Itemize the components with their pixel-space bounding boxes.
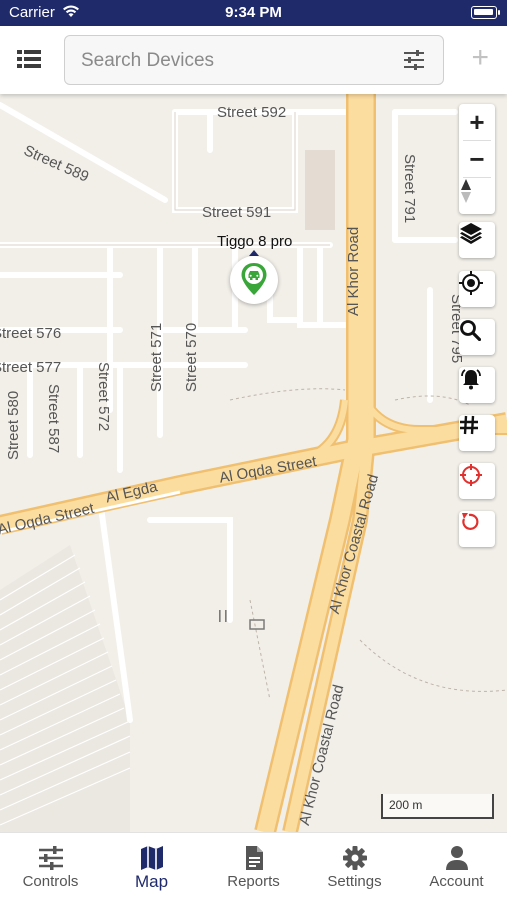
device-marker[interactable] xyxy=(230,256,278,304)
zoom-controls: + − xyxy=(459,104,495,214)
layers-icon[interactable] xyxy=(459,222,495,258)
refresh-icon[interactable] xyxy=(459,511,495,547)
car-pin-icon xyxy=(241,263,267,295)
document-icon xyxy=(246,846,263,870)
tab-bar: Controls Map Reports Settings Account xyxy=(0,832,507,900)
map-view[interactable]: Street 592 Street 589 Street 591 Street … xyxy=(0,94,507,832)
person-icon xyxy=(446,846,468,870)
search-field[interactable]: Search Devices xyxy=(64,35,444,85)
search-icon[interactable] xyxy=(459,319,495,355)
street-label: Street 580 xyxy=(5,390,22,460)
street-label: Al Khor Road xyxy=(345,226,362,316)
status-bar: Carrier 9:34 PM xyxy=(0,0,507,26)
tab-settings[interactable]: Settings xyxy=(304,833,405,900)
battery-tip xyxy=(498,10,500,15)
tab-label: Map xyxy=(134,872,169,891)
street-label: Street 791 xyxy=(401,154,418,224)
list-icon[interactable] xyxy=(16,48,42,70)
battery-icon xyxy=(471,6,497,19)
street-label: Street 591 xyxy=(202,204,272,221)
street-label: Street 587 xyxy=(45,384,62,454)
filter-icon[interactable] xyxy=(403,49,425,71)
map-icon xyxy=(141,846,163,870)
zoom-out-icon[interactable]: − xyxy=(459,141,495,177)
tab-controls[interactable]: Controls xyxy=(0,833,101,900)
tab-label: Settings xyxy=(327,873,382,890)
locate-icon[interactable] xyxy=(459,271,495,307)
alarm-icon[interactable] xyxy=(459,367,495,403)
street-label: Street 570 xyxy=(183,322,200,392)
gear-icon xyxy=(343,846,367,870)
zoom-in-icon[interactable]: + xyxy=(459,104,495,140)
street-label: Street 571 xyxy=(148,322,165,392)
tab-label: Controls xyxy=(22,873,79,890)
status-time: 9:34 PM xyxy=(225,4,282,21)
tab-map[interactable]: Map xyxy=(101,833,202,900)
grid-icon[interactable] xyxy=(459,415,495,451)
street-label: Street 576 xyxy=(0,325,62,342)
street-label: Street 572 xyxy=(95,362,112,432)
search-placeholder: Search Devices xyxy=(81,50,215,71)
compass-icon[interactable] xyxy=(459,178,495,214)
sliders-icon xyxy=(39,846,63,870)
tab-label: Reports xyxy=(227,873,280,890)
tab-account[interactable]: Account xyxy=(406,833,507,900)
target-icon[interactable] xyxy=(459,463,495,499)
device-name-label: Tiggo 8 pro xyxy=(217,233,293,250)
tab-label: Account xyxy=(429,873,484,890)
scale-bar: 200 m xyxy=(381,794,494,819)
street-label: Street 577 xyxy=(0,359,62,376)
add-device-button[interactable]: + xyxy=(471,43,489,73)
tab-reports[interactable]: Reports xyxy=(203,833,304,900)
street-label: Street 592 xyxy=(217,104,287,121)
app-header: Search Devices + xyxy=(0,26,507,94)
